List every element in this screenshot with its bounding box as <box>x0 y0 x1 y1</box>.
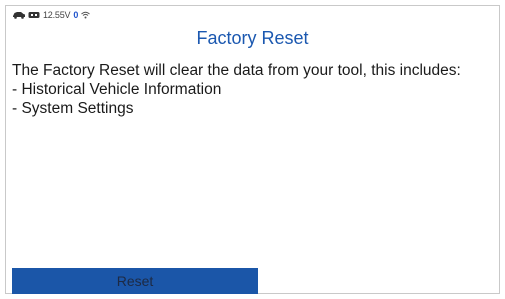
car-icon <box>12 11 26 19</box>
list-item-historical-vehicle-info: - Historical Vehicle Information <box>12 81 222 98</box>
battery-voltage: 12.55V <box>43 10 71 20</box>
reset-button[interactable]: Reset <box>12 268 258 294</box>
description-text: The Factory Reset will clear the data fr… <box>12 62 461 79</box>
wifi-icon <box>81 11 91 19</box>
factory-reset-screen: 12.55V 0 Factory Reset The Factory Reset… <box>0 0 505 299</box>
page-title: Factory Reset <box>196 28 309 48</box>
status-count: 0 <box>73 10 79 20</box>
obd-connection-icon <box>28 11 40 19</box>
status-bar: 12.55V 0 <box>12 8 91 22</box>
list-item-system-settings: - System Settings <box>12 100 134 117</box>
reset-description: The Factory Reset will clear the data fr… <box>12 61 492 118</box>
